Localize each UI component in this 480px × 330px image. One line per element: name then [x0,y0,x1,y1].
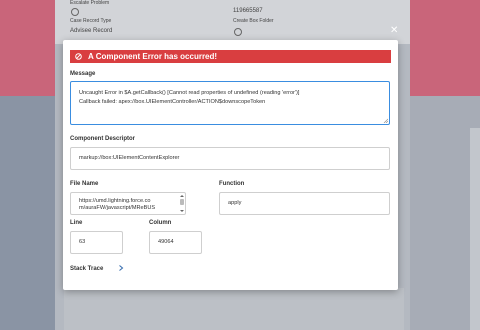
descriptor-label: Component Descriptor [70,136,136,142]
function-value: apply [228,200,242,206]
column-value: 49064 [158,239,174,245]
line-label: Line [70,220,83,226]
chevron-right-icon[interactable] [118,265,124,271]
line-field[interactable]: 63 [70,231,123,254]
close-icon[interactable]: ✕ [390,26,398,36]
bg-checkbox [71,8,79,16]
scroll-down-icon[interactable] [180,210,184,212]
stack-trace-toggle[interactable]: Stack Trace [70,266,103,272]
message-label: Message [70,71,96,77]
bg-field-label: Escalate Problem [70,0,110,6]
column-label: Column [149,220,172,226]
column-field[interactable]: 49064 [149,231,202,254]
file-name-scrollbar[interactable] [180,194,184,213]
file-name-line: m/auraFW/javascript/MReBUS [79,205,156,211]
message-line: Uncaught Error in $A.getCallback() [Cann… [79,90,300,96]
bg-field-value: Advisee Record [70,28,113,34]
line-value: 63 [79,239,86,245]
error-header: A Component Error has occurred! [70,50,391,63]
resize-handle-icon[interactable] [383,118,388,123]
scroll-up-icon[interactable] [180,195,184,197]
function-label: Function [219,181,245,187]
background-side-card [470,128,480,330]
background-lower-card [64,288,404,330]
error-modal: A Component Error has occurred! Message … [63,40,398,290]
descriptor-value: markup://box:UIElementContentExplorer [79,155,180,161]
bg-field-label: Create Box Folder [233,18,274,24]
bg-field-value: 119665587 [233,8,263,14]
message-textarea[interactable]: Uncaught Error in $A.getCallback() [Cann… [70,81,390,125]
file-name-label: File Name [70,181,99,187]
file-name-line: https://umd.lightning.force.co [79,198,151,204]
descriptor-field[interactable]: markup://box:UIElementContentExplorer [70,147,390,170]
error-icon [75,53,82,60]
function-field[interactable]: apply [219,192,390,215]
message-line: Callback failed: apex://box.UIElementCon… [79,99,266,105]
bg-field-label: Case Record Type [70,18,112,24]
error-title: A Component Error has occurred! [88,52,218,61]
scroll-thumb[interactable] [180,199,184,205]
bg-checkbox [234,28,242,36]
file-name-field[interactable]: https://umd.lightning.force.co m/auraFW/… [70,192,186,215]
